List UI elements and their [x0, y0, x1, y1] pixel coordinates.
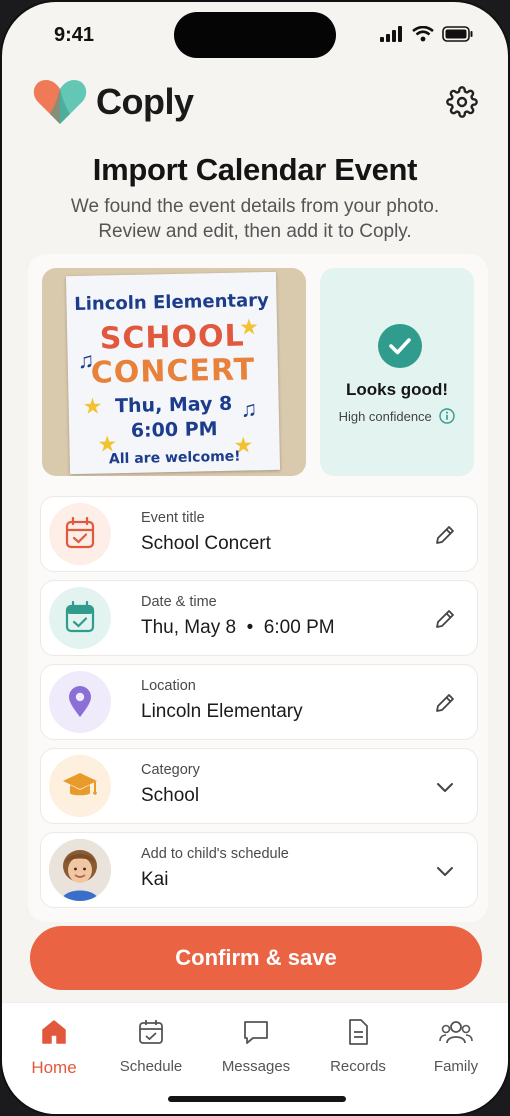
chevron-down-icon[interactable] [433, 775, 457, 799]
star-icon: ★ [238, 314, 260, 340]
field-label: Location [141, 678, 196, 694]
home-indicator [168, 1096, 346, 1102]
field-label: Date & time [141, 594, 217, 610]
star-icon: ★ [97, 431, 118, 457]
message-icon [244, 1021, 268, 1044]
music-note-icon: ♫ [240, 396, 258, 422]
app-name: Coply [96, 81, 194, 122]
page-title: Import Calendar Event [92, 152, 418, 187]
people-icon [439, 1021, 473, 1044]
wifi-icon [412, 26, 434, 42]
tab-label: Home [31, 1058, 77, 1077]
edit-icon[interactable] [433, 691, 457, 715]
tab-label: Family [433, 1058, 479, 1075]
page-subtitle: We found the event details from your pho… [70, 196, 440, 242]
calendar-check-icon [49, 587, 111, 649]
tab-schedule[interactable]: Schedule [103, 1017, 199, 1075]
heart-logo-icon [33, 80, 87, 124]
confirm-save-button[interactable]: Confirm & save [30, 926, 482, 990]
dynamic-island [174, 12, 336, 58]
poster-school-name: Lincoln Elementary [74, 289, 270, 316]
field-label: Add to child's schedule [141, 846, 289, 862]
battery-icon [442, 26, 473, 42]
confidence-title: Looks good! [346, 380, 448, 399]
check-circle-icon [378, 324, 422, 368]
edit-icon[interactable] [433, 607, 457, 631]
child-avatar [49, 839, 111, 901]
poster-headline-2: CONCERT [90, 352, 256, 391]
signal-icon [380, 26, 402, 42]
field-value: School Concert [141, 533, 271, 554]
field-date-time[interactable]: Date & time Thu, May 8 • 6:00 PM [40, 580, 478, 656]
status-bar: 9:41 [2, 2, 508, 64]
status-icons [380, 26, 474, 42]
chevron-down-icon[interactable] [433, 859, 457, 883]
field-value: Thu, May 8 • 6:00 PM [141, 617, 335, 638]
tab-messages[interactable]: Messages [208, 1017, 304, 1075]
field-label: Event title [141, 510, 205, 526]
music-note-icon: ♫ [77, 347, 95, 373]
concert-poster: Lincoln Elementary SCHOOL CONCERT Thu, M… [65, 271, 281, 475]
tab-home[interactable]: Home [6, 1017, 102, 1078]
calendar-check-icon [49, 503, 111, 565]
tab-label: Records [330, 1058, 386, 1075]
tab-family[interactable]: Family [408, 1017, 504, 1075]
event-details-card: Lincoln Elementary SCHOOL CONCERT Thu, M… [28, 254, 488, 922]
tab-label: Messages [221, 1058, 291, 1075]
star-icon: ★ [82, 393, 103, 419]
app-logo: Coply [32, 78, 194, 126]
document-icon [349, 1019, 368, 1045]
home-icon [42, 1020, 66, 1044]
calendar-icon [139, 1020, 163, 1044]
field-value: Lincoln Elementary [141, 701, 303, 722]
settings-gear-icon[interactable] [446, 86, 478, 118]
phone-frame: 9:41 Coply Import Calendar Event We foun… [0, 0, 510, 1116]
status-time: 9:41 [54, 24, 95, 46]
tab-records[interactable]: Records [310, 1017, 406, 1075]
location-pin-icon [49, 671, 111, 733]
confidence-level: High confidence [338, 409, 432, 424]
field-child-schedule[interactable]: Add to child's schedule Kai [40, 832, 478, 908]
field-value: School [141, 785, 200, 806]
event-photo[interactable]: Lincoln Elementary SCHOOL CONCERT Thu, M… [42, 268, 306, 476]
field-category[interactable]: Category School [40, 748, 478, 824]
graduation-cap-icon [49, 755, 111, 817]
field-location[interactable]: Location Lincoln Elementary [40, 664, 478, 740]
field-value: Kai [141, 869, 169, 890]
confidence-card: Looks good! High confidence [320, 268, 474, 476]
confidence-detail: High confidence [320, 408, 474, 424]
edit-icon[interactable] [433, 523, 457, 547]
field-label: Category [141, 762, 200, 778]
info-icon[interactable] [439, 408, 456, 424]
tab-label: Schedule [119, 1058, 183, 1075]
screen: 9:41 Coply Import Calendar Event We foun… [2, 2, 508, 1114]
star-icon: ★ [233, 432, 254, 458]
app-header: Coply [2, 72, 508, 132]
field-event-title[interactable]: Event title School Concert [40, 496, 478, 572]
